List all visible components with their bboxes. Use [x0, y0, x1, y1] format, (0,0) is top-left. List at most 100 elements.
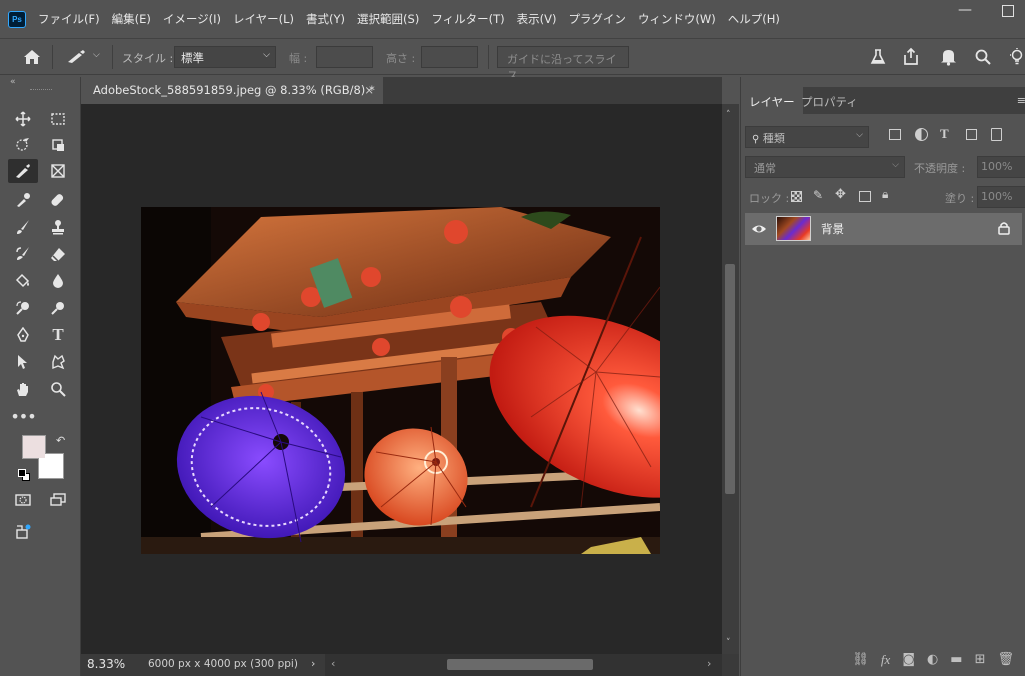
vertical-scroll-thumb[interactable]	[725, 264, 735, 494]
menu-plugins[interactable]: プラグイン	[568, 11, 626, 27]
lock-transparent-icon[interactable]	[791, 191, 802, 202]
tab-properties[interactable]: プロパティ	[793, 87, 866, 114]
move-tool-icon[interactable]	[10, 107, 36, 131]
menu-select[interactable]: 選択範囲(S)	[357, 11, 419, 27]
slice-tool-icon[interactable]	[8, 159, 38, 183]
menu-edit[interactable]: 編集(E)	[112, 11, 151, 27]
document-tab-title: AdobeStock_588591859.jpeg @ 8.33% (RGB/8…	[93, 83, 375, 97]
height-label: 高さ :	[386, 52, 416, 65]
panel-menu-icon[interactable]: ≡	[1017, 94, 1025, 107]
menu-layer[interactable]: レイヤー(L)	[233, 11, 294, 27]
style-select[interactable]: 標準 ⌵	[174, 46, 276, 68]
more-tools-icon[interactable]: •••	[10, 404, 36, 428]
close-icon[interactable]: ×	[364, 83, 374, 97]
lightbulb-icon[interactable]	[1006, 47, 1025, 67]
history-brush-tool-icon[interactable]	[10, 242, 36, 266]
horizontal-scrollbar[interactable]: ‹ ›	[325, 654, 722, 676]
menu-file[interactable]: ファイル(F)	[38, 11, 100, 27]
lock-position-icon[interactable]: ✥	[835, 187, 846, 202]
default-colors-icon[interactable]	[18, 469, 30, 481]
dodge-tool-icon[interactable]	[10, 296, 36, 320]
slice-tool-icon[interactable]	[66, 49, 88, 65]
bell-icon[interactable]	[940, 47, 957, 66]
filter-pixel-icon[interactable]	[889, 129, 901, 140]
filter-shape-icon[interactable]	[966, 129, 977, 140]
scroll-left-icon[interactable]: ‹	[331, 657, 335, 670]
folder-icon[interactable]: ▬	[950, 652, 962, 667]
fill-input[interactable]: 100%	[977, 186, 1025, 208]
adjustment-layer-icon[interactable]: ◐	[927, 652, 938, 667]
width-input[interactable]	[316, 46, 373, 68]
panel-tabs: レイヤー プロパティ ≡	[741, 87, 1025, 114]
edit-toolbar-icon[interactable]	[10, 520, 36, 544]
healing-brush-tool-icon[interactable]	[45, 188, 71, 212]
layer-filter-select[interactable]: ⚲ 種類 ⌵	[745, 126, 869, 148]
minimize-icon[interactable]: —	[958, 2, 972, 18]
menu-type[interactable]: 書式(Y)	[306, 11, 345, 27]
document-image[interactable]	[141, 207, 660, 554]
chevron-down-icon: ⌵	[856, 130, 863, 140]
custom-shape-tool-icon[interactable]	[45, 350, 71, 374]
chevron-right-icon[interactable]: ›	[311, 657, 315, 670]
maximize-icon[interactable]	[1002, 5, 1014, 17]
home-icon[interactable]	[22, 48, 42, 66]
share-icon[interactable]	[902, 47, 920, 66]
filter-adjustment-icon[interactable]	[915, 128, 928, 141]
layer-name[interactable]: 背景	[821, 221, 844, 237]
eraser-tool-icon[interactable]	[45, 242, 71, 266]
layer-row[interactable]: 背景	[745, 213, 1022, 245]
brush-tool-icon[interactable]	[10, 215, 36, 239]
vertical-scrollbar[interactable]: ˄ ˅	[722, 104, 739, 654]
link-layers-icon[interactable]: ⛓︎	[852, 652, 869, 667]
lock-artboard-icon[interactable]	[859, 191, 871, 202]
menu-filter[interactable]: フィルター(T)	[431, 11, 504, 27]
scroll-right-icon[interactable]: ›	[707, 657, 711, 670]
canvas-area[interactable]	[81, 104, 722, 654]
chevron-down-icon[interactable]: ⌵	[93, 50, 100, 60]
clone-stamp-tool-icon[interactable]	[45, 215, 71, 239]
height-input[interactable]	[421, 46, 478, 68]
foreground-color-fill	[23, 436, 45, 458]
horizontal-scroll-thumb[interactable]	[447, 659, 593, 670]
crop-tool-icon[interactable]	[45, 133, 71, 157]
quick-selection-tool-icon[interactable]	[10, 133, 36, 157]
frame-tool-icon[interactable]	[45, 159, 71, 183]
lock-all-icon[interactable]: 🔒︎	[882, 187, 888, 202]
zoom-level[interactable]: 8.33%	[87, 657, 125, 671]
scroll-down-icon[interactable]: ˅	[726, 638, 731, 648]
flask-icon[interactable]	[869, 48, 887, 66]
menu-window[interactable]: ウィンドウ(W)	[638, 11, 716, 27]
menu-help[interactable]: ヘルプ(H)	[728, 11, 780, 27]
filter-smart-object-icon[interactable]	[991, 128, 1002, 141]
menu-image[interactable]: イメージ(I)	[163, 11, 221, 27]
marquee-tool-icon[interactable]	[45, 107, 71, 131]
lock-pixels-icon[interactable]: ✎	[813, 188, 823, 202]
collapse-toolbar-icon[interactable]: «	[10, 77, 16, 87]
eyedropper-tool-icon[interactable]	[10, 188, 36, 212]
add-mask-icon[interactable]: ◙	[902, 652, 915, 667]
paint-bucket-tool-icon[interactable]	[10, 269, 36, 293]
burn-tool-icon[interactable]	[45, 296, 71, 320]
pen-tool-icon[interactable]	[10, 323, 36, 347]
toolbar-grip[interactable]	[30, 89, 52, 91]
scroll-up-icon[interactable]: ˄	[726, 110, 731, 120]
swap-colors-icon[interactable]: ↶	[56, 434, 65, 447]
blend-mode-select[interactable]: 通常 ⌵	[745, 156, 905, 178]
slice-from-guides-button[interactable]: ガイドに沿ってスライス	[497, 46, 629, 82]
filter-type-icon[interactable]: T	[940, 126, 949, 142]
hand-tool-icon[interactable]	[10, 377, 36, 401]
quick-mask-icon[interactable]	[10, 488, 36, 512]
trash-icon[interactable]: 🗑︎	[997, 652, 1014, 667]
menu-view[interactable]: 表示(V)	[517, 11, 557, 27]
zoom-tool-icon[interactable]	[45, 377, 71, 401]
search-icon[interactable]	[974, 48, 992, 66]
type-tool-icon[interactable]: T	[45, 323, 71, 347]
document-tab[interactable]: AdobeStock_588591859.jpeg @ 8.33% (RGB/8…	[81, 77, 383, 104]
blur-tool-icon[interactable]	[45, 269, 71, 293]
new-layer-icon[interactable]: ⊞	[975, 652, 986, 667]
screen-mode-icon[interactable]	[45, 488, 71, 512]
eye-icon[interactable]	[751, 221, 767, 237]
opacity-input[interactable]: 100%	[977, 156, 1025, 178]
fx-icon[interactable]: fx	[881, 652, 890, 668]
path-selection-tool-icon[interactable]	[10, 350, 36, 374]
